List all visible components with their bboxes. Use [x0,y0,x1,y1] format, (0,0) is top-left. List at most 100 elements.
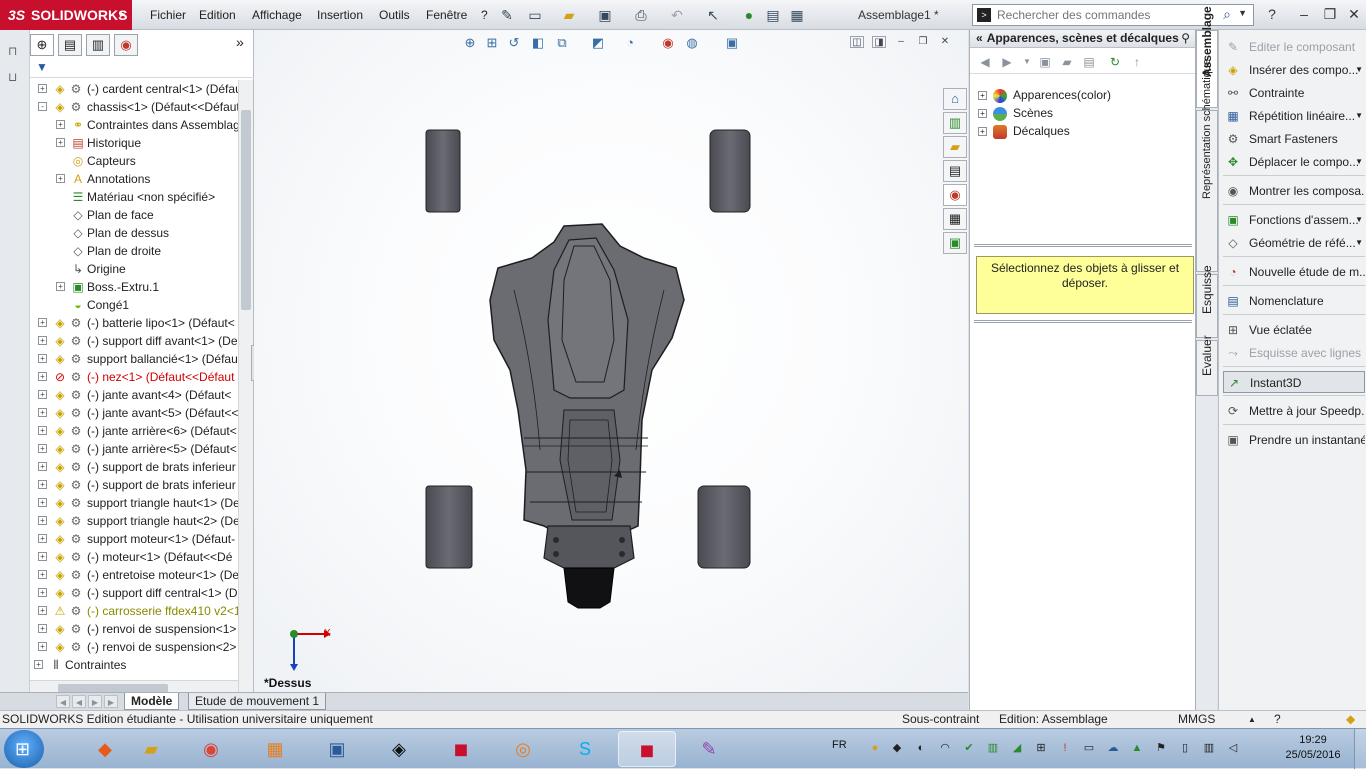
tree-item[interactable]: + ◈ ⚙ (-) entretoise moteur<1> (De [30,566,238,584]
filter-icon[interactable]: ▼ [36,60,48,74]
next-tab-icon[interactable]: ▶ [88,695,102,708]
tree-item[interactable]: + ◈ ⚙ (-) batterie lipo<1> (Défaut< [30,314,238,332]
scroll-thumb[interactable] [241,110,251,310]
expand-icon[interactable]: + [38,606,47,615]
collapse-icon[interactable]: - [38,102,47,111]
expand-icon[interactable]: + [38,534,47,543]
tree-item[interactable]: + A Annotations [30,170,238,188]
tree-item[interactable]: + ◈ ⚙ (-) support de brats inferieur [30,476,238,494]
displaymanager-tab-icon[interactable]: ◉ [114,34,138,56]
tray-app-icon[interactable]: ◆ [890,741,904,755]
solidworks-logo[interactable]: 3S SOLIDWORKS ▸ [0,0,132,30]
close-icon[interactable]: ✕ [1344,4,1364,24]
file-explorer-icon[interactable]: ▰ [943,136,967,158]
featuremanager-tab-icon[interactable]: ⊕ [30,34,54,56]
tree-item[interactable]: + ▤ Historique [30,134,238,152]
up-level-icon[interactable]: ↑ [1128,53,1146,71]
command-move-component[interactable]: ✥ Déplacer le compo... ▼ [1223,151,1365,173]
zoom-to-fit-icon[interactable]: ⊕ [460,33,480,53]
tray-bar-icon[interactable]: ▥ [986,741,1000,755]
tray-cloud-icon[interactable]: ☁ [1106,741,1120,755]
viewport-close-icon[interactable]: ✕ [938,36,952,48]
select-icon[interactable]: ↖ [704,6,722,24]
command-edit-component[interactable]: ✎ Editer le composant [1223,36,1365,58]
menu-fichier[interactable]: Fichier [150,0,186,30]
previous-view-icon[interactable]: ↺ [504,33,524,53]
paint-icon[interactable]: ✎ [680,731,738,767]
expand-icon[interactable]: + [38,462,47,471]
grip-icon[interactable]: ⊓ [8,44,17,58]
expand-icon[interactable]: + [38,444,47,453]
expand-icon[interactable]: + [38,570,47,579]
tree-item-appearances[interactable]: + Apparences(color) [978,86,1111,104]
expand-icon[interactable]: + [38,426,47,435]
assembly-model[interactable] [414,120,764,610]
expand-icon[interactable]: + [38,318,47,327]
menu-outils[interactable]: Outils [379,0,410,30]
tree-item[interactable]: + ◈ ⚙ (-) jante avant<4> (Défaut< [30,386,238,404]
expand-icon[interactable]: + [38,480,47,489]
expand-icon[interactable]: + [38,372,47,381]
history-dropdown-icon[interactable]: ▼ [1018,53,1036,71]
first-tab-icon[interactable]: ◀ [56,695,70,708]
expand-icon[interactable]: + [38,84,47,93]
expand-icon[interactable]: + [34,660,43,669]
command-motion-study[interactable]: ◔ Nouvelle étude de m... [1223,261,1365,283]
viewport-minimize-icon[interactable]: – [894,36,908,48]
view-settings-icon[interactable]: ▣ [722,33,742,53]
chevron-down-icon[interactable]: ▼ [1355,232,1363,254]
expand-icon[interactable]: + [38,624,47,633]
tree-item[interactable]: + ▣ Boss.-Extru.1 [30,278,238,296]
expand-icon[interactable]: + [38,588,47,597]
expand-icon[interactable]: + [38,354,47,363]
command-instant3d[interactable]: ↗ Instant3D [1223,371,1365,393]
tree-item[interactable]: + ◈ ⚙ support triangle haut<2> (De [30,512,238,530]
file-explorer-taskbar-icon[interactable]: ▰ [122,731,180,767]
help-icon[interactable]: ? [1262,4,1282,24]
front-left-wheel[interactable] [425,129,461,213]
tree-item[interactable]: + ◈ ⚙ (-) jante arrière<5> (Défaut< [30,440,238,458]
tray-check-icon[interactable]: ✔ [962,741,976,755]
panel-splitter[interactable] [974,244,1192,247]
expand-icon[interactable]: + [978,109,987,119]
expand-icon[interactable]: + [38,516,47,525]
menu-help[interactable]: ? [481,0,488,30]
open-folder-icon[interactable]: ▰ [560,6,578,24]
viewport-split-icon[interactable]: ◫ [850,36,864,48]
tab-modele[interactable]: Modèle [124,693,180,710]
tray-sync-icon[interactable]: ◐ [914,741,928,755]
tray-notification-icon[interactable]: ● [868,741,882,755]
units-dropdown-icon[interactable]: ▲ [1248,711,1256,728]
chevron-down-icon[interactable]: ▼ [1238,8,1247,18]
tray-windows-icon[interactable]: ⊞ [1034,741,1048,755]
tree-item[interactable]: ◇ Plan de face [30,206,238,224]
front-right-wheel[interactable] [709,129,751,213]
view-orientation-icon[interactable]: ◩ [588,33,608,53]
command-assembly-features[interactable]: ▣ Fonctions d'assem... ▼ [1223,209,1365,231]
control-panel-icon[interactable]: ▣ [308,731,366,767]
apply-scene-icon[interactable]: ◍ [682,33,702,53]
expand-icon[interactable]: + [38,390,47,399]
view-palette-icon[interactable]: ▤ [943,160,967,182]
tray-monitor-icon[interactable]: ▭ [1082,741,1096,755]
tray-flag-icon[interactable]: ⚑ [1154,741,1168,755]
search-icon[interactable]: ⌕ [1223,6,1231,23]
tree-filter[interactable]: ▼ [30,58,254,78]
tray-alert-icon[interactable]: ! [1058,741,1072,755]
tree-item[interactable]: + ◈ ⚙ (-) renvoi de suspension<1> [30,620,238,638]
rear-differential[interactable] [543,525,635,569]
expand-icon[interactable]: + [38,642,47,651]
expand-icon[interactable]: + [38,552,47,561]
minimize-icon[interactable]: – [1294,4,1314,24]
forward-icon[interactable]: ▶ [998,53,1016,71]
tree-item[interactable]: + ◈ ⚙ (-) support diff central<1> (D [30,584,238,602]
command-explode-line[interactable]: ⤳ Esquisse avec lignes ... [1223,342,1365,364]
chrome-icon[interactable]: ◉ [182,731,240,767]
save-icon[interactable]: ▣ [596,6,614,24]
new-document-icon[interactable]: ▭ [526,6,544,24]
tree-item[interactable]: + ◈ ⚙ (-) moteur<1> (Défaut<<Dé [30,548,238,566]
tree-item-decals[interactable]: + Décalques [978,122,1070,140]
notification-icon[interactable]: ◆ [1346,711,1355,728]
rebuild-icon[interactable]: ● [740,6,758,24]
tree-item[interactable]: ↳ Origine [30,260,238,278]
